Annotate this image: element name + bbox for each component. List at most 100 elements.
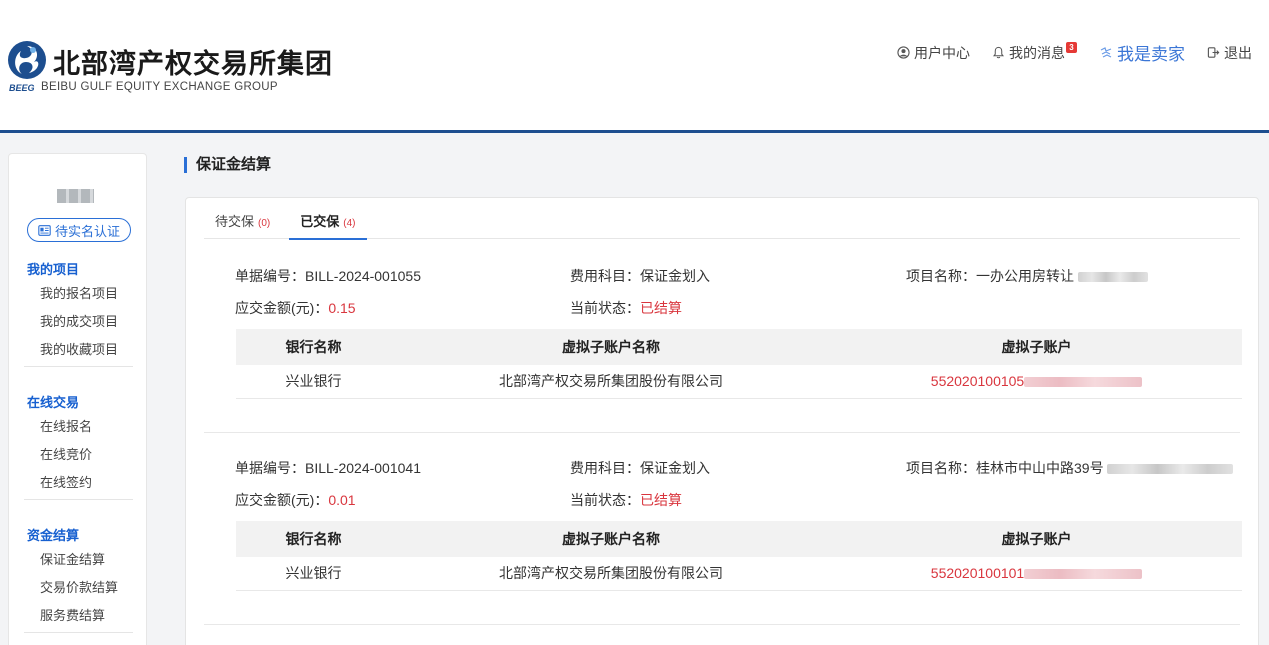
fee-subject: 费用科目：保证金划入 [570,458,710,478]
project-name-value: 一办公用房转让 [976,268,1074,284]
sidebar-group-online-trading: 在线交易 在线报名 在线竞价 在线签约 [9,393,148,500]
status-value: 已结算 [640,492,682,508]
sidebar-divider [24,499,133,500]
tab-count: (0) [258,218,271,229]
seller-label: 我是卖家 [1117,45,1185,64]
redacted-text [1107,464,1234,475]
logout-icon [1207,46,1220,59]
tab-pending-deposit[interactable]: 待交保 (0) [204,198,281,239]
fee-subject-value: 保证金划入 [640,268,710,284]
messages-link[interactable]: 我的消息 3 [992,42,1077,63]
user-center-link[interactable]: 用户中心 [897,43,970,63]
fee-subject-label: 费用科目： [570,460,640,476]
sidebar-item-my-deals[interactable]: 我的成交项目 [9,308,148,336]
status-label: 当前状态： [570,300,640,316]
brand-abbr: BEEG [9,83,35,93]
tab-paid-deposit[interactable]: 已交保 (4) [289,198,367,240]
amount-value: 0.15 [328,300,356,316]
redacted-text [1024,377,1143,388]
sidebar-group-my-projects: 我的项目 我的报名项目 我的成交项目 我的收藏项目 [9,260,148,367]
fee-subject-value: 保证金划入 [640,460,710,476]
record-divider [204,432,1240,433]
user-center-label: 用户中心 [914,44,970,61]
account-number: 552020100101 [930,565,1025,581]
table-header: 银行名称 虚拟子账户名称 虚拟子账户 [236,329,1242,365]
col-account-name: 虚拟子账户名称 [562,531,660,547]
user-name-redacted [57,189,94,203]
table-row: 兴业银行 北部湾产权交易所集团股份有限公司 552020100101 [236,557,1242,591]
bank-name-cell: 兴业银行 [285,373,342,389]
redacted-text [1077,272,1148,283]
account-cell: 552020100105 [831,365,1242,398]
col-account: 虚拟子账户 [1001,339,1072,355]
status-value: 已结算 [640,300,682,316]
seller-icon [1099,46,1113,60]
sidebar-item-my-favorites[interactable]: 我的收藏项目 [9,336,148,364]
project-name: 项目名称：一办公用房转让 [906,266,1148,286]
sidebar-divider [24,632,133,633]
status-label: 当前状态： [570,492,640,508]
bill-number: 单据编号：BILL-2024-001055 [235,266,421,286]
sidebar-group-settlement: 资金结算 保证金结算 交易价款结算 服务费结算 [9,526,148,633]
col-account-name: 虚拟子账户名称 [562,339,660,355]
record-divider [204,624,1240,625]
account-name-cell: 北部湾产权交易所集团股份有限公司 [499,565,723,581]
col-bank-name: 银行名称 [285,339,342,355]
project-name-label: 项目名称： [906,268,976,284]
seller-link[interactable]: 我是卖家 [1099,40,1185,65]
account-cell: 552020100101 [831,557,1242,590]
bill-number-value: BILL-2024-001055 [305,268,421,284]
id-card-icon [38,224,51,236]
project-name: 项目名称：桂林市中山中路39号 [906,458,1234,478]
account-number: 552020100105 [930,373,1025,389]
bell-icon [992,46,1005,59]
message-count-badge: 3 [1066,42,1077,53]
col-account: 虚拟子账户 [1001,531,1072,547]
tab-label: 待交保 [215,214,255,229]
page-title: 保证金结算 [184,156,271,174]
tab-bar: 待交保 (0) 已交保 (4) [204,198,1240,240]
sidebar-item-my-registrations[interactable]: 我的报名项目 [9,280,148,308]
verify-identity-label: 待实名认证 [54,223,120,239]
sidebar-item-online-bidding[interactable]: 在线竞价 [9,441,148,469]
sidebar-group-title: 资金结算 [27,528,80,543]
brand-logo[interactable]: 北部湾产权交易所集团 BEEG BEIBU GULF EQUITY EXCHAN… [7,40,332,93]
bank-account-table: 银行名称 虚拟子账户名称 虚拟子账户 兴业银行 北部湾产权交易所集团股份有限公司… [236,329,1242,399]
fee-subject: 费用科目：保证金划入 [570,266,710,286]
bill-number: 单据编号：BILL-2024-001041 [235,458,421,478]
sidebar-item-online-registration[interactable]: 在线报名 [9,413,148,441]
sidebar: 待实名认证 我的项目 我的报名项目 我的成交项目 我的收藏项目 在线交易 在线报… [8,153,147,645]
col-bank-name: 银行名称 [285,531,342,547]
bill-number-label: 单据编号： [235,268,305,284]
current-status: 当前状态：已结算 [570,298,682,318]
brand-name-cn: 北部湾产权交易所集团 [53,49,333,79]
tab-count: (4) [343,218,356,229]
sidebar-item-price-settlement[interactable]: 交易价款结算 [9,574,148,602]
verify-identity-button[interactable]: 待实名认证 [27,218,131,242]
bill-number-value: BILL-2024-001041 [305,460,421,476]
bank-account-table: 银行名称 虚拟子账户名称 虚拟子账户 兴业银行 北部湾产权交易所集团股份有限公司… [236,521,1242,591]
amount-label: 应交金额(元)： [235,300,329,316]
top-nav: 用户中心 我的消息 3 我是卖家 退出 [875,40,1252,65]
tab-label: 已交保 [300,214,340,229]
sidebar-item-online-signing[interactable]: 在线签约 [9,469,148,497]
sidebar-item-service-fee-settlement[interactable]: 服务费结算 [9,602,148,630]
bank-name-cell: 兴业银行 [285,565,342,581]
logout-label: 退出 [1224,44,1252,61]
logout-link[interactable]: 退出 [1207,43,1252,63]
sidebar-item-deposit-settlement[interactable]: 保证金结算 [9,546,148,574]
table-row: 兴业银行 北部湾产权交易所集团股份有限公司 552020100105 [236,365,1242,399]
sidebar-group-title: 在线交易 [27,395,80,410]
logo-mark-icon [7,40,47,80]
header: 北部湾产权交易所集团 BEEG BEIBU GULF EQUITY EXCHAN… [0,0,1269,133]
amount-due: 应交金额(元)：0.15 [235,298,356,318]
redacted-text [1024,569,1143,580]
sidebar-divider [24,366,133,367]
user-circle-icon [897,46,910,59]
content-panel: 待交保 (0) 已交保 (4) 单据编号：BILL-2024-001055 费用科目… [185,197,1259,645]
amount-value: 0.01 [328,492,356,508]
sidebar-group-title: 我的项目 [27,262,80,277]
brand-name-en: BEIBU GULF EQUITY EXCHANGE GROUP [41,81,278,93]
messages-label: 我的消息 [1009,44,1065,61]
project-name-label: 项目名称： [906,460,976,476]
